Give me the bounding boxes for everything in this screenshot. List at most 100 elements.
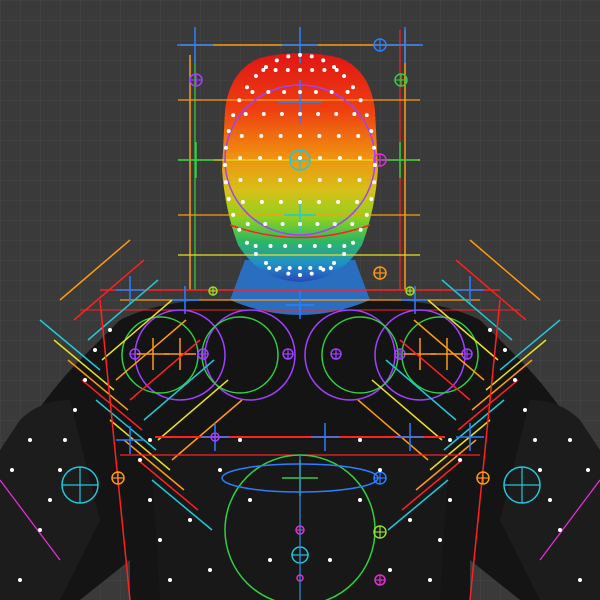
mesh-vertex (327, 244, 332, 248)
mesh-vertex (438, 538, 442, 542)
mesh-vertex (245, 240, 249, 245)
mesh-vertex (308, 266, 313, 270)
mesh-vertex (345, 90, 350, 94)
mesh-vertex (238, 438, 242, 442)
mesh-vertex (286, 54, 291, 59)
mesh-vertex (369, 129, 374, 133)
mesh-vertex (538, 468, 542, 472)
mesh-vertex (298, 200, 302, 204)
mesh-vertex (298, 134, 302, 138)
mesh-vertex (218, 468, 222, 472)
mesh-vertex (578, 578, 582, 582)
mesh-vertex (318, 266, 323, 270)
mesh-vertex (248, 498, 252, 502)
mesh-vertex (250, 90, 255, 94)
3d-viewport[interactable] (0, 0, 600, 600)
mesh-vertex (342, 252, 347, 256)
mesh-vertex (488, 328, 492, 332)
mesh-vertex (253, 252, 258, 256)
mesh-vertex (336, 200, 341, 204)
mesh-vertex (369, 197, 374, 201)
mesh-vertex (261, 68, 266, 72)
mesh-vertex (231, 212, 236, 217)
mesh-vertex (332, 222, 337, 226)
mesh-vertex (317, 200, 321, 204)
mesh-vertex (268, 244, 273, 248)
mesh-vertex (533, 438, 537, 442)
mesh-vertex (268, 558, 272, 562)
mesh-vertex (279, 112, 284, 116)
mesh-vertex (168, 578, 172, 582)
mesh-vertex (513, 378, 517, 382)
mesh-vertex (264, 65, 268, 69)
mesh-vertex (273, 68, 278, 72)
mesh-vertex (337, 156, 342, 160)
mesh-vertex (448, 498, 452, 502)
mesh-vertex (73, 408, 77, 412)
mesh-vertex (258, 178, 263, 182)
mesh-vertex (298, 156, 302, 160)
mesh-vertex (315, 222, 320, 226)
mesh-vertex (277, 266, 282, 270)
mesh-vertex (245, 222, 250, 226)
mesh-vertex (285, 68, 290, 72)
mesh-vertex (286, 271, 291, 276)
mesh-vertex (364, 113, 369, 118)
mesh-vertex (316, 112, 321, 116)
mesh-vertex (298, 244, 302, 248)
mesh-vertex (318, 156, 322, 160)
mesh-vertex (350, 222, 355, 226)
mesh-vertex (223, 180, 228, 185)
mesh-vertex (309, 54, 314, 59)
mesh-vertex (298, 90, 302, 94)
mesh-vertex (523, 408, 527, 412)
mesh-vertex (238, 156, 243, 160)
mesh-vertex (358, 98, 363, 103)
mesh-vertex (58, 468, 62, 472)
mesh-vertex (298, 112, 302, 116)
mesh-vertex (188, 518, 192, 522)
mesh-vertex (337, 178, 342, 182)
mesh-vertex (83, 378, 87, 382)
mesh-vertex (93, 348, 97, 352)
mesh-vertex (237, 227, 242, 232)
mesh-vertex (253, 244, 258, 248)
mesh-vertex (321, 58, 326, 63)
mesh-vertex (278, 156, 282, 160)
mesh-vertex (259, 134, 264, 138)
mesh-vertex (355, 200, 360, 204)
mesh-vertex (245, 85, 249, 90)
mesh-vertex (240, 200, 245, 204)
mesh-vertex (351, 240, 355, 245)
mesh-vertex (231, 113, 236, 118)
mesh-vertex (279, 200, 283, 204)
mesh-vertex (428, 578, 432, 582)
mesh-vertex (239, 134, 244, 138)
mesh-vertex (298, 53, 302, 57)
mesh-vertex (342, 74, 347, 78)
mesh-vertex (287, 266, 292, 270)
mesh-vertex (558, 528, 562, 532)
mesh-vertex (278, 134, 283, 138)
mesh-vertex (586, 468, 590, 472)
mesh-vertex (358, 227, 363, 232)
mesh-vertex (448, 438, 452, 442)
mesh-vertex (332, 65, 336, 69)
mesh-vertex (298, 273, 302, 277)
mesh-vertex (408, 518, 412, 522)
mesh-vertex (28, 438, 32, 442)
mesh-vertex (243, 112, 248, 116)
mesh-vertex (378, 468, 382, 472)
mesh-vertex (372, 180, 377, 185)
mesh-vertex (237, 98, 242, 103)
mesh-vertex (317, 134, 322, 138)
mesh-vertex (503, 348, 507, 352)
scene-canvas[interactable] (0, 0, 600, 600)
mesh-vertex (264, 261, 268, 265)
mesh-vertex (342, 244, 347, 248)
mesh-vertex (253, 74, 258, 78)
mesh-vertex (267, 266, 272, 270)
mesh-vertex (351, 85, 355, 90)
mesh-vertex (329, 90, 334, 94)
mesh-vertex (108, 328, 112, 332)
